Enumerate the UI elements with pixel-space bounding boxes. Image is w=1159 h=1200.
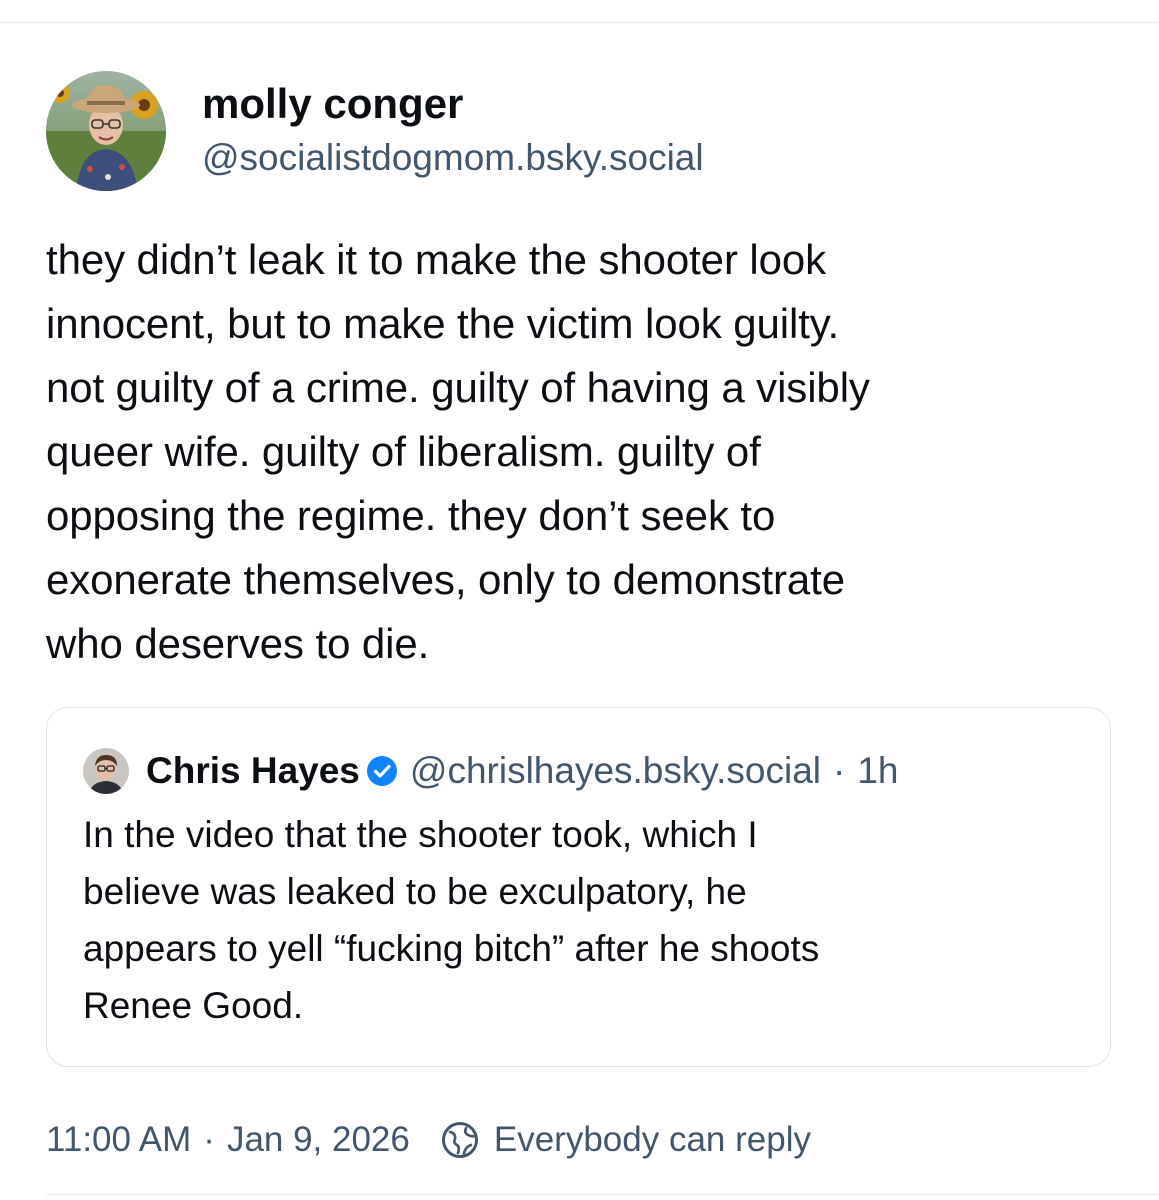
post-author-row: molly conger @socialistdogmom.bsky.socia…: [46, 70, 704, 192]
post-time: 11:00 AM: [46, 1120, 192, 1159]
verified-check-icon: [366, 756, 397, 786]
quoted-avatar-photo-icon: [83, 748, 129, 794]
reply-setting-label[interactable]: Everybody can reply: [494, 1120, 811, 1160]
quoted-post-time[interactable]: 1h: [857, 750, 898, 792]
quoted-text-line: appears to yell “fucking bitch” after he…: [83, 928, 820, 969]
author-handle[interactable]: @socialistdogmom.bsky.social: [202, 133, 704, 183]
author-names: molly conger @socialistdogmom.bsky.socia…: [202, 79, 704, 183]
post-text-line: exonerate themselves, only to demonstrat…: [46, 556, 846, 603]
quoted-text-line: believe was leaked to be exculpatory, he: [83, 871, 747, 912]
quoted-post-header: Chris Hayes @chrislhayes.bsky.social · 1…: [83, 748, 899, 794]
quoted-text-line: Renee Good.: [83, 985, 304, 1026]
post-meta-row: 11:00 AM · Jan 9, 2026 Everybody can rep…: [46, 1112, 811, 1168]
post-text-line: queer wife. guilty of liberalism. guilty…: [46, 428, 761, 475]
quoted-author-handle[interactable]: @chrislhayes.bsky.social: [410, 750, 821, 792]
quoted-post-text: In the video that the shooter took, whic…: [83, 806, 1083, 1034]
meta-separator: ·: [203, 1120, 215, 1159]
post-text-line: opposing the regime. they don’t seek to: [46, 492, 776, 539]
author-display-name[interactable]: molly conger: [202, 79, 704, 129]
globe-reply-icon: [441, 1122, 478, 1158]
post-text-line: they didn’t leak it to make the shooter …: [46, 236, 827, 283]
quoted-post-card[interactable]: Chris Hayes @chrislhayes.bsky.social · 1…: [46, 707, 1111, 1067]
quoted-header-separator: ·: [833, 750, 846, 791]
bottom-divider: [46, 1194, 1159, 1195]
quoted-text-line: In the video that the shooter took, whic…: [83, 814, 758, 855]
post-text-line: not guilty of a crime. guilty of having …: [46, 364, 870, 411]
quoted-author-avatar[interactable]: [83, 748, 129, 794]
top-divider: [0, 22, 1159, 23]
post-text-line: who deserves to die.: [46, 620, 430, 667]
author-avatar[interactable]: [46, 71, 166, 191]
avatar-photo-icon: [46, 71, 166, 191]
post-text: they didn’t leak it to make the shooter …: [46, 228, 1126, 676]
post-date: Jan 9, 2026: [226, 1120, 410, 1159]
quoted-author-display-name[interactable]: Chris Hayes: [146, 750, 360, 792]
post-text-line: innocent, but to make the victim look gu…: [46, 300, 840, 347]
